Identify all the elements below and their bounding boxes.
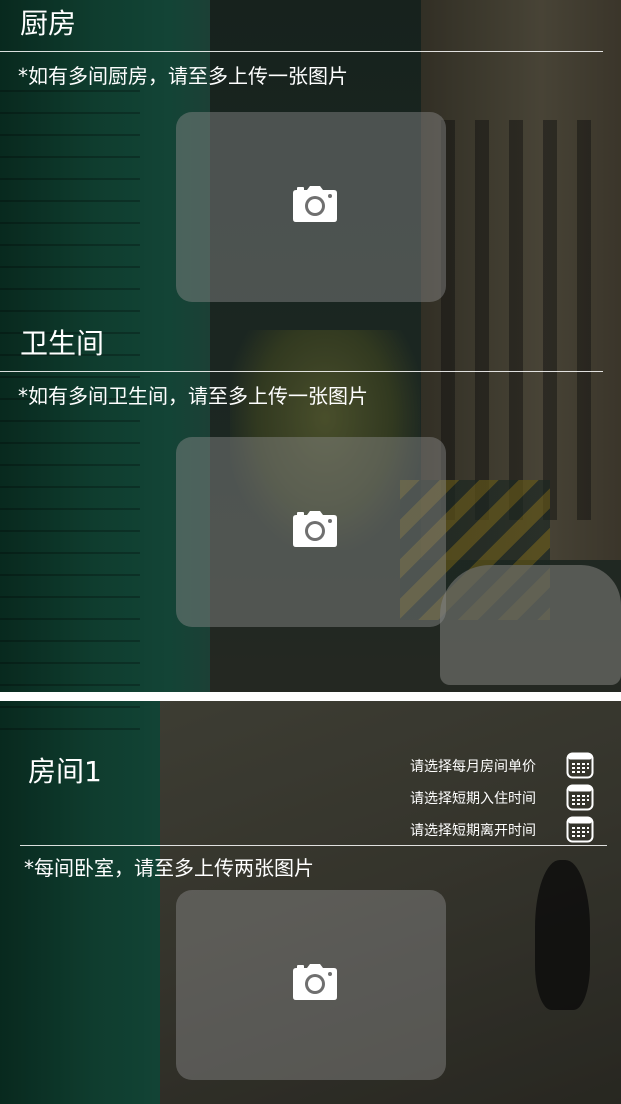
camera-icon [293, 511, 337, 547]
camera-icon [293, 964, 337, 1000]
kitchen-note: *如有多间厨房，请至多上传一张图片 [18, 64, 348, 88]
kitchen-upload-button[interactable] [176, 112, 446, 302]
bathroom-title: 卫生间 [20, 327, 105, 360]
bathroom-note: *如有多间卫生间，请至多上传一张图片 [18, 384, 368, 408]
camera-icon [293, 186, 337, 222]
bathroom-upload-button[interactable] [176, 437, 446, 627]
monthly-price-label: 请选择每月房间单价 [410, 759, 536, 775]
calendar-icon [566, 816, 594, 843]
checkin-time-picker[interactable]: 请选择短期入住时间 [410, 782, 595, 812]
checkout-time-picker[interactable]: 请选择短期离开时间 [410, 814, 595, 844]
calendar-icon [566, 752, 594, 779]
room-note: *每间卧室，请至多上传两张图片 [24, 856, 314, 880]
kitchen-divider [0, 51, 603, 52]
calendar-icon [566, 784, 594, 811]
room-title: 房间1 [28, 755, 102, 788]
checkin-time-label: 请选择短期入住时间 [410, 791, 536, 807]
monthly-price-picker[interactable]: 请选择每月房间单价 [410, 750, 595, 780]
room-divider [20, 845, 607, 846]
kitchen-title: 厨房 [20, 7, 77, 40]
room-upload-button[interactable] [176, 890, 446, 1080]
section-separator [0, 692, 621, 701]
bathroom-divider [0, 371, 603, 372]
checkout-time-label: 请选择短期离开时间 [410, 823, 536, 839]
